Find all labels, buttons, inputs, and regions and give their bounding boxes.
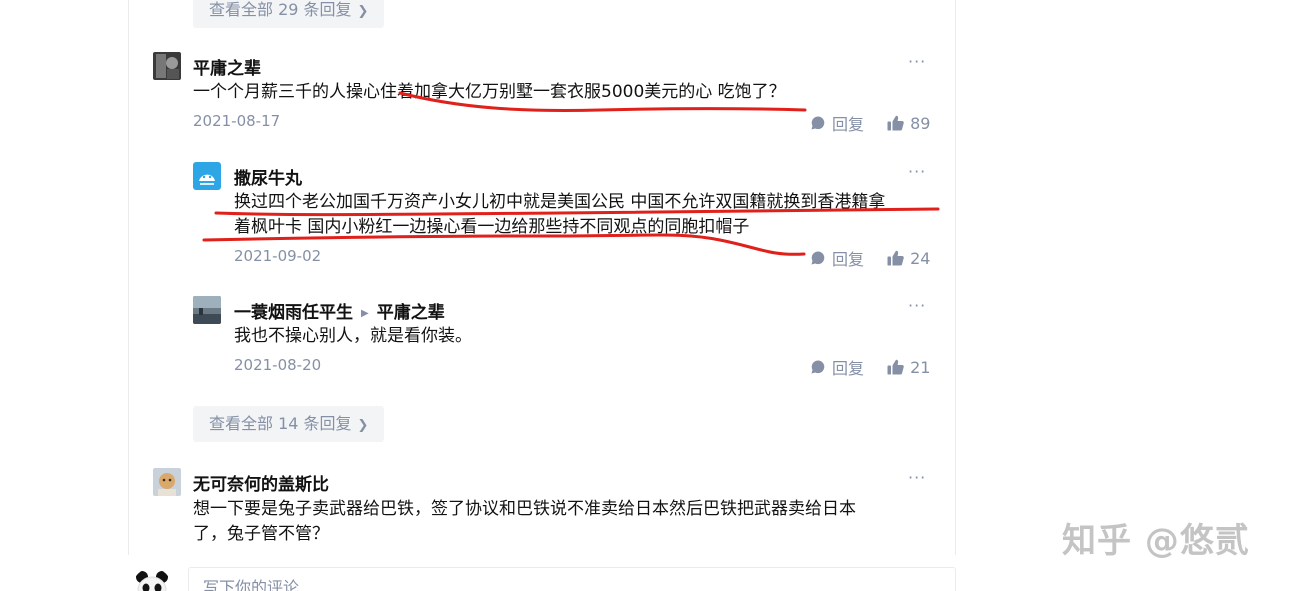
reply-label: 回复 — [832, 115, 865, 134]
comment-bubble-icon — [811, 116, 825, 130]
reply-to-author[interactable]: 平庸之辈 — [377, 303, 445, 323]
thumbs-up-icon — [887, 359, 904, 375]
reply-button[interactable]: 回复 — [810, 355, 864, 379]
comment-text-line: 着枫叶卡 国内小粉红一边操心看一边给那些持不同观点的同胞扣帽子 — [234, 217, 750, 237]
caret-right-icon: ▶ — [361, 307, 369, 319]
view-all-label: 查看全部 14 条回复 — [209, 414, 352, 433]
avatar[interactable] — [193, 296, 221, 324]
like-count: 89 — [910, 113, 931, 133]
comment-author[interactable]: 撒尿牛丸 — [234, 164, 302, 189]
chevron-right-icon: ❯ — [357, 4, 369, 19]
comment-bubble-icon — [811, 251, 825, 265]
comment-text-line: 了，兔子管不管？ — [193, 524, 329, 544]
comment-text-line: 换过四个老公加国千万资产小女儿初中就是美国公民 中国不允许双国籍就换到香港籍拿 — [234, 192, 886, 212]
view-all-label: 查看全部 29 条回复 — [209, 0, 352, 19]
comment-text: 一个个月薪三千的人操心住着加拿大亿万别墅一套衣服5000美元的心 吃饱了？ — [193, 82, 786, 102]
more-dots-icon[interactable]: ··· — [908, 468, 926, 487]
comment-date: 2021-08-17 — [193, 112, 281, 130]
comment-actions: 回复 24 — [792, 246, 930, 270]
like-button[interactable]: 89 — [887, 114, 930, 133]
comment-author-line: 一蓑烟雨任平生 ▶ 平庸之辈 — [234, 298, 445, 323]
more-dots-icon[interactable]: ··· — [908, 162, 926, 181]
like-button[interactable]: 21 — [887, 358, 930, 377]
avatar[interactable] — [153, 468, 181, 496]
comment-bubble-icon — [811, 360, 825, 374]
reply-label: 回复 — [832, 250, 865, 269]
like-count: 21 — [910, 357, 931, 377]
avatar[interactable] — [153, 52, 181, 80]
zhihu-watermark: 知乎 @悠贰 — [1062, 521, 1250, 561]
comment-input[interactable] — [189, 568, 955, 591]
more-dots-icon[interactable]: ··· — [908, 296, 926, 315]
thumbs-up-icon — [887, 250, 904, 266]
comment-text: 我也不操心别人，就是看你装。 — [234, 326, 472, 346]
chevron-right-icon: ❯ — [357, 418, 369, 433]
reply-button[interactable]: 回复 — [810, 111, 864, 135]
reply-button[interactable]: 回复 — [810, 246, 864, 270]
view-all-replies-button[interactable]: 查看全部 14 条回复 ❯ — [193, 406, 385, 442]
comment-actions: 回复 89 — [792, 111, 930, 135]
reply-label: 回复 — [832, 359, 865, 378]
comment-author[interactable]: 平庸之辈 — [193, 54, 261, 79]
comment-author[interactable]: 一蓑烟雨任平生 — [234, 303, 353, 323]
comment-composer — [188, 567, 956, 591]
comment-author[interactable]: 无可奈何的盖斯比 — [193, 470, 329, 495]
comment-date: 2021-08-20 — [234, 356, 322, 374]
user-avatar[interactable] — [132, 568, 172, 591]
view-all-replies-button[interactable]: 查看全部 29 条回复 ❯ — [193, 0, 385, 28]
thumbs-up-icon — [887, 115, 904, 131]
like-button[interactable]: 24 — [887, 249, 930, 268]
comment-date: 2021-09-02 — [234, 247, 322, 265]
like-count: 24 — [910, 248, 931, 268]
more-dots-icon[interactable]: ··· — [908, 52, 926, 71]
comment-text-line: 想一下要是兔子卖武器给巴铁，签了协议和巴铁说不准卖给日本然后巴铁把武器卖给日本 — [193, 499, 856, 519]
avatar[interactable] — [193, 162, 221, 190]
comment-actions: 回复 21 — [792, 355, 930, 379]
